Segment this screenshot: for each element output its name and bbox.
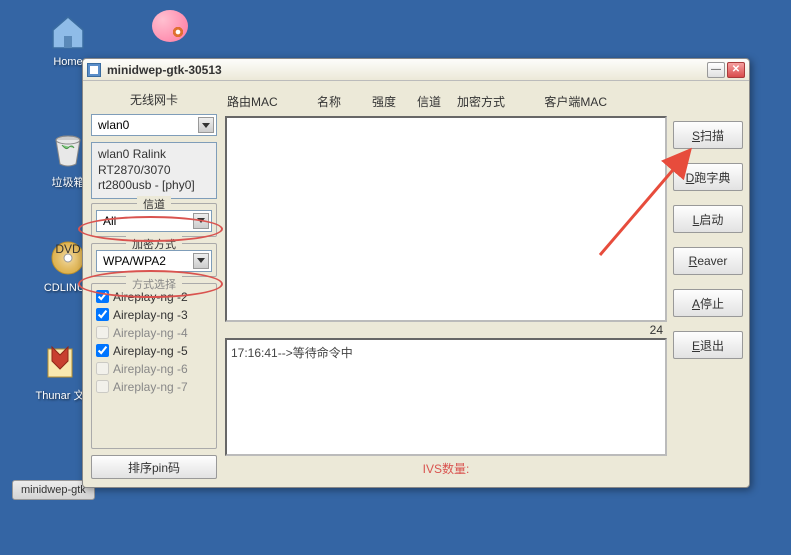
column-headers: 路由MAC 名称 强度 信道 加密方式 客户端MAC — [225, 87, 667, 116]
channel-selected: All — [103, 214, 116, 228]
chevron-down-icon — [193, 253, 209, 269]
count-display: 24 — [225, 322, 667, 338]
channel-dropdown[interactable]: All — [96, 210, 212, 232]
mode-checkbox — [96, 362, 109, 375]
stop-button[interactable]: A停止 — [673, 289, 743, 317]
desktop-thunar-icon[interactable]: Thunar 文 — [30, 343, 90, 403]
mode-checkbox — [96, 326, 109, 339]
encryption-fieldset: 加密方式 WPA/WPA2 — [91, 243, 217, 277]
mode-checkbox-row[interactable]: Aireplay-ng -5 — [96, 342, 212, 360]
thunar-icon — [40, 343, 80, 383]
mode-label: Aireplay-ng -3 — [113, 308, 188, 322]
mode-checkbox-row: Aireplay-ng -4 — [96, 324, 212, 342]
mode-checkbox[interactable] — [96, 308, 109, 321]
dict-button[interactable]: D跑字典 — [673, 163, 743, 191]
encryption-dropdown[interactable]: WPA/WPA2 — [96, 250, 212, 272]
mode-checkbox — [96, 380, 109, 393]
scan-button[interactable]: S扫描 — [673, 121, 743, 149]
col-route-mac: 路由MAC — [227, 93, 317, 110]
svg-text:DVD: DVD — [55, 242, 81, 256]
desktop-icon-label: Thunar 文 — [30, 387, 90, 403]
close-button[interactable]: ✕ — [727, 62, 745, 78]
wireless-label: 无线网卡 — [89, 87, 219, 112]
wlan-dropdown[interactable]: wlan0 — [91, 114, 217, 136]
ivs-status: IVS数量: — [225, 456, 667, 481]
wlan-info-line: wlan0 Ralink — [98, 147, 210, 163]
titlebar[interactable]: minidwep-gtk-30513 — ✕ — [83, 59, 749, 81]
mode-legend: 方式选择 — [126, 276, 182, 292]
col-strength: 强度 — [372, 93, 417, 110]
desktop-app-icon[interactable] — [140, 10, 200, 42]
window-title: minidwep-gtk-30513 — [107, 63, 705, 77]
mode-label: Aireplay-ng -6 — [113, 362, 188, 376]
exit-button[interactable]: E退出 — [673, 331, 743, 359]
reaver-button[interactable]: Reaver — [673, 247, 743, 275]
mode-checkbox-row[interactable]: Aireplay-ng -3 — [96, 306, 212, 324]
window-app-icon — [87, 63, 101, 77]
log-area[interactable]: 17:16:41-->等待命令中 — [225, 338, 667, 456]
home-folder-icon — [48, 12, 88, 52]
app-icon — [152, 10, 188, 42]
mode-label: Aireplay-ng -4 — [113, 326, 188, 340]
mode-label: Aireplay-ng -2 — [113, 290, 188, 304]
mode-fieldset: 方式选择 Aireplay-ng -2Aireplay-ng -3Airepla… — [91, 283, 217, 449]
chevron-down-icon — [193, 213, 209, 229]
minimize-button[interactable]: — — [707, 62, 725, 78]
wlan-info-line: rt2800usb - [phy0] — [98, 178, 210, 194]
main-window: minidwep-gtk-30513 — ✕ 无线网卡 wlan0 wlan0 … — [82, 58, 750, 488]
log-line: 17:16:41-->等待命令中 — [231, 344, 661, 361]
col-channel: 信道 — [417, 93, 457, 110]
right-panel: S扫描 D跑字典 L启动 Reaver A停止 E退出 — [673, 87, 743, 481]
launch-button[interactable]: L启动 — [673, 205, 743, 233]
wlan-selected: wlan0 — [98, 118, 129, 132]
mode-checkbox-row: Aireplay-ng -7 — [96, 378, 212, 396]
results-list[interactable] — [225, 116, 667, 322]
mode-checkbox-row: Aireplay-ng -6 — [96, 360, 212, 378]
col-encryption: 加密方式 — [457, 93, 527, 110]
sort-pin-button[interactable]: 排序pin码 — [91, 455, 217, 479]
mode-checkbox[interactable] — [96, 290, 109, 303]
chevron-down-icon — [198, 117, 214, 133]
wlan-info-box: wlan0 Ralink RT2870/3070 rt2800usb - [ph… — [91, 142, 217, 199]
col-name: 名称 — [317, 93, 372, 110]
col-client-mac: 客户端MAC — [527, 93, 607, 110]
mode-label: Aireplay-ng -7 — [113, 380, 188, 394]
channel-fieldset: 信道 All — [91, 203, 217, 237]
mode-label: Aireplay-ng -5 — [113, 344, 188, 358]
left-panel: 无线网卡 wlan0 wlan0 Ralink RT2870/3070 rt28… — [89, 87, 219, 481]
encryption-selected: WPA/WPA2 — [103, 254, 166, 268]
wlan-info-line: RT2870/3070 — [98, 163, 210, 179]
mode-checkbox[interactable] — [96, 344, 109, 357]
center-panel: 路由MAC 名称 强度 信道 加密方式 客户端MAC 24 17:16:41--… — [225, 87, 667, 481]
